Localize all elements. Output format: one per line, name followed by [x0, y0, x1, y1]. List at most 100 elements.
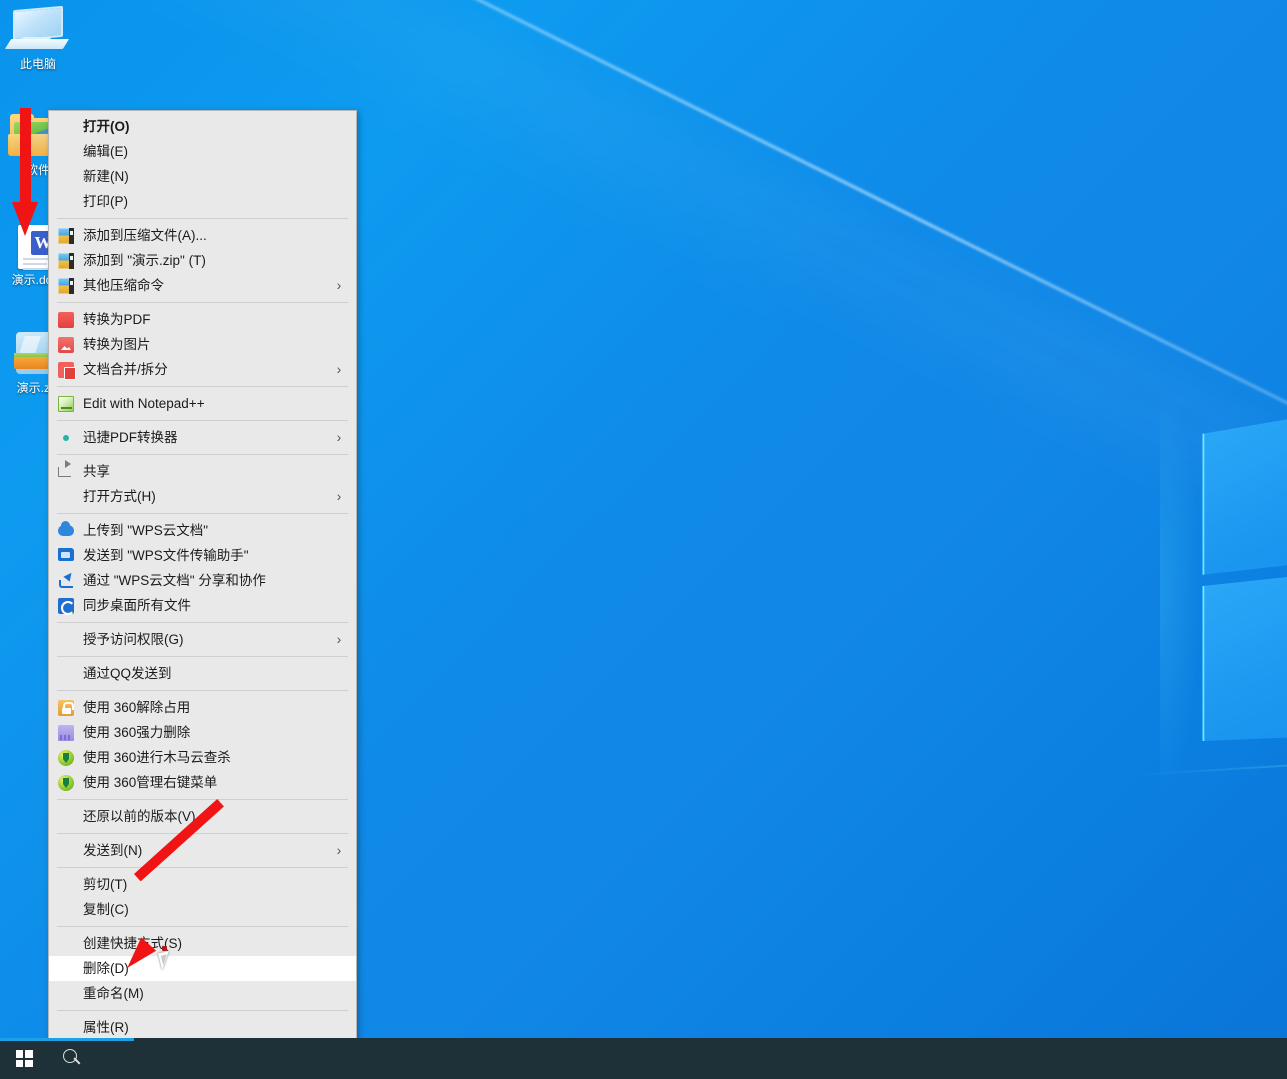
image-convert-icon	[49, 332, 83, 357]
winrar-icon	[49, 248, 83, 273]
annotation-arrow-delete	[119, 799, 224, 975]
monitor-icon	[0, 5, 76, 54]
menu-item-icon-slot	[49, 189, 83, 214]
menu-item-label: 通过QQ发送到	[83, 666, 172, 681]
menu-item[interactable]: 使用 360管理右键菜单	[49, 770, 356, 795]
menu-item-label: 使用 360进行木马云查杀	[83, 750, 231, 765]
share-icon	[49, 459, 83, 484]
menu-item[interactable]: 发送到 "WPS文件传输助手"	[49, 543, 356, 568]
shield-360-icon	[49, 745, 83, 770]
menu-item[interactable]: 授予访问权限(G) ›	[49, 627, 356, 652]
taskbar-search-button[interactable]	[48, 1038, 96, 1079]
menu-item-label: 使用 360强力删除	[83, 725, 191, 740]
menu-item[interactable]: 迅捷PDF转换器 ›	[49, 425, 356, 450]
pdf-convert-icon	[49, 307, 83, 332]
mouse-cursor	[158, 946, 178, 978]
menu-item-icon-slot	[49, 164, 83, 189]
menu-item[interactable]: 新建(N)	[49, 164, 356, 189]
menu-item[interactable]: 使用 360解除占用	[49, 695, 356, 720]
lock-360-icon	[49, 695, 83, 720]
menu-item[interactable]: 编辑(E)	[49, 139, 356, 164]
desktop-icon-this-pc[interactable]: 此电脑	[0, 5, 76, 72]
menu-item-icon-slot	[49, 1015, 83, 1040]
menu-item[interactable]: 打开方式(H) ›	[49, 484, 356, 509]
menu-item[interactable]: 同步桌面所有文件	[49, 593, 356, 618]
menu-item-label: 上传到 "WPS云文档"	[83, 523, 209, 538]
chevron-right-icon: ›	[336, 488, 342, 504]
menu-item[interactable]: 属性(R)	[49, 1015, 356, 1040]
menu-separator	[57, 622, 348, 623]
xunjie-pdf-icon	[49, 425, 83, 450]
menu-item[interactable]: 文档合并/拆分 ›	[49, 357, 356, 382]
menu-item-label: 发送到(N)	[83, 843, 143, 858]
menu-item[interactable]: Edit with Notepad++	[49, 391, 356, 416]
chevron-right-icon: ›	[336, 429, 342, 445]
menu-item-label: 通过 "WPS云文档" 分享和协作	[83, 573, 266, 588]
desktop-icon-label: 此电脑	[19, 57, 56, 71]
menu-separator	[57, 302, 348, 303]
cloud-upload-icon	[49, 518, 83, 543]
taskbar[interactable]	[0, 1038, 1287, 1079]
menu-item[interactable]: 通过QQ发送到	[49, 661, 356, 686]
start-button[interactable]	[0, 1038, 48, 1079]
menu-item-label: 新建(N)	[83, 169, 129, 184]
menu-item-label: 重命名(M)	[83, 986, 144, 1001]
menu-item[interactable]: 打印(P)	[49, 189, 356, 214]
menu-item-label: 编辑(E)	[83, 144, 128, 159]
search-icon	[62, 1049, 82, 1068]
menu-item-label: 迅捷PDF转换器	[83, 430, 178, 445]
menu-item-icon-slot	[49, 804, 83, 829]
menu-item-icon-slot	[49, 139, 83, 164]
menu-item[interactable]: 添加到 "演示.zip" (T)	[49, 248, 356, 273]
menu-item-icon-slot	[49, 931, 83, 956]
menu-separator	[57, 454, 348, 455]
sync-icon	[49, 593, 83, 618]
menu-item-icon-slot	[49, 114, 83, 139]
menu-item[interactable]: 共享	[49, 459, 356, 484]
menu-item[interactable]: 使用 360强力删除	[49, 720, 356, 745]
menu-item-icon-slot	[49, 872, 83, 897]
menu-item[interactable]: 重命名(M)	[49, 981, 356, 1006]
chevron-right-icon: ›	[336, 631, 342, 647]
menu-item-icon-slot	[49, 897, 83, 922]
menu-item[interactable]: 转换为图片	[49, 332, 356, 357]
menu-item-label: 发送到 "WPS文件传输助手"	[83, 548, 249, 563]
menu-item-label: 打开(O)	[83, 119, 130, 134]
menu-item-label: 添加到压缩文件(A)...	[83, 228, 207, 243]
menu-separator	[57, 656, 348, 657]
menu-item[interactable]: 转换为PDF	[49, 307, 356, 332]
menu-item[interactable]: 打开(O)	[49, 114, 356, 139]
menu-item-icon-slot	[49, 838, 83, 863]
menu-separator	[57, 513, 348, 514]
winrar-icon	[49, 273, 83, 298]
menu-item-label: 共享	[83, 464, 110, 479]
menu-item[interactable]: 上传到 "WPS云文档"	[49, 518, 356, 543]
menu-separator	[57, 799, 348, 800]
menu-item-label: 使用 360解除占用	[83, 700, 191, 715]
menu-item-label: 转换为图片	[83, 337, 151, 352]
menu-separator	[57, 690, 348, 691]
menu-item[interactable]: 发送到(N) ›	[49, 838, 356, 863]
menu-item[interactable]: 其他压缩命令 ›	[49, 273, 356, 298]
desktop[interactable]: 此电脑 软件 W 演示.docx 演示.zip 打开(O) 编辑(E) 新建(N…	[0, 0, 1287, 1079]
pdf-split-icon	[49, 357, 83, 382]
menu-item[interactable]: 使用 360进行木马云查杀	[49, 745, 356, 770]
menu-item-icon-slot	[49, 484, 83, 509]
menu-item-label: 文档合并/拆分	[83, 362, 168, 377]
chevron-right-icon: ›	[336, 361, 342, 377]
menu-item-icon-slot	[49, 627, 83, 652]
annotation-arrow-down	[12, 108, 38, 236]
menu-item-label: 其他压缩命令	[83, 278, 164, 293]
menu-separator	[57, 218, 348, 219]
windows-logo-icon	[15, 1050, 33, 1067]
notepadpp-icon	[49, 391, 83, 416]
taskbar-accent-line	[0, 1038, 134, 1041]
shredder-360-icon	[49, 720, 83, 745]
windows-logo-glow	[1160, 380, 1200, 800]
menu-separator	[57, 420, 348, 421]
menu-item-icon-slot	[49, 661, 83, 686]
menu-item-label: 同步桌面所有文件	[83, 598, 191, 613]
menu-item[interactable]: 添加到压缩文件(A)...	[49, 223, 356, 248]
menu-item[interactable]: 通过 "WPS云文档" 分享和协作	[49, 568, 356, 593]
share-arrow-icon	[49, 568, 83, 593]
